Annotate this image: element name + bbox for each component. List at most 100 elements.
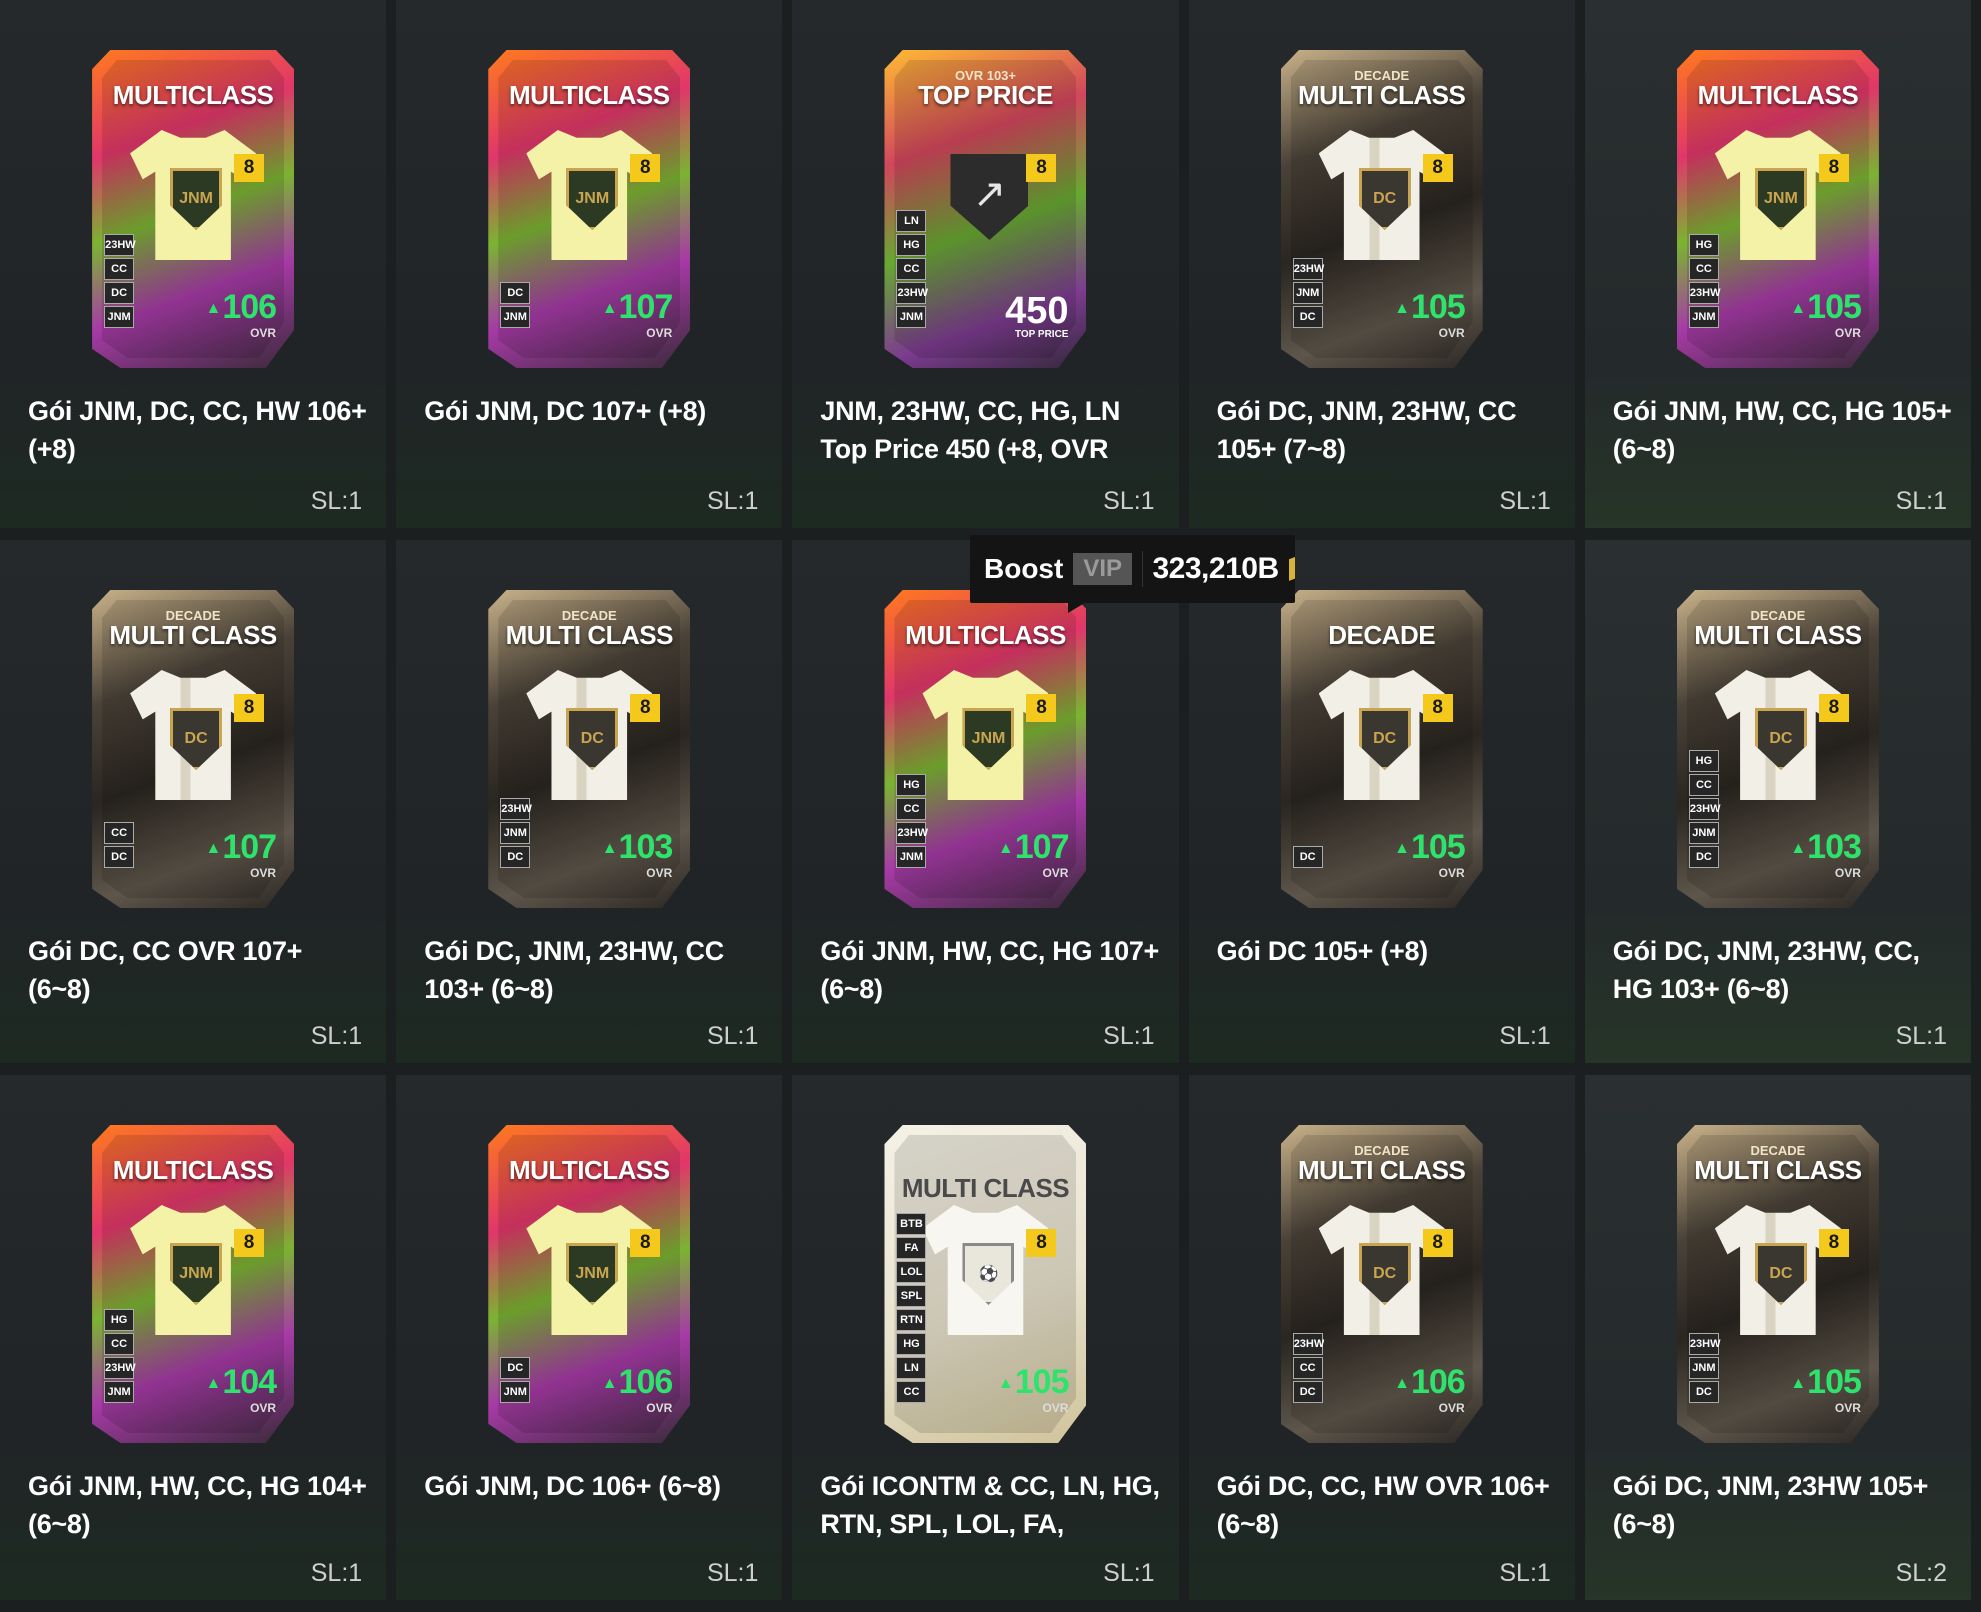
pack-name: Gói JNM, HW, CC, HG 107+ (6~8) [820,936,1160,1004]
class-tag: 23HW [1688,798,1720,820]
pack-name: Gói DC, JNM, 23HW, CC 105+ (7~8) [1216,396,1517,464]
pack-tile[interactable]: MULTI CLASS ⚽ 8 BTB FA LOL SPL RTN HG LN CC ▲105 OVR… [792,1075,1179,1600]
pack-tile[interactable]: OVR 103+ TOP PRICE ↗ 8 LN HG CC 23HW JNM 450 TOP P… [792,0,1179,528]
pack-quantity: SL:1 [1103,1022,1155,1050]
class-tag: CC [104,822,135,844]
arrow-up-icon: ▲ [205,840,222,857]
class-tag-list: HG CC 23HW JNM DC [1688,750,1720,868]
pack-tile[interactable]: MULTICLASS JNM 8 DC JNM ▲106 OVR Gói JNM, DC 10… [396,1075,783,1600]
ovr-label: OVR [1438,866,1465,880]
ovr-value: 107 [1014,827,1070,866]
pack-card-image[interactable]: MULTICLASS JNM 8 HG CC 23HW JNM ▲104 OVR [92,1125,295,1443]
ovr-box: ▲103 OVR [1790,830,1862,880]
pack-tile[interactable]: DECADE MULTI CLASS DC 8 23HW JNM DC ▲103 OVR Gói … [396,540,783,1063]
ovr-value: 103 [618,827,674,866]
pack-tile[interactable]: MULTICLASS JNM 8 HG CC 23HW JNM ▲104 OVR Gói JNM,… [0,1075,387,1600]
pack-card-image[interactable]: MULTICLASS JNM 8 HG CC 23HW JNM ▲105 OVR [1676,50,1879,368]
pack-quantity: SL:1 [1103,487,1155,515]
card-title: MULTICLASS [508,1155,670,1185]
upgrade-level-badge: 8 [1422,154,1453,182]
pack-tile[interactable]: DECADE MULTI CLASS DC 8 HG CC 23HW JNM DC ▲103 OVR… [1584,540,1971,1063]
ovr-value-row: ▲105 [1394,290,1466,326]
pack-tile[interactable]: DECADE MULTI CLASS DC 8 23HW JNM DC ▲105 OVR Gói … [1188,0,1575,528]
pack-name: Gói ICONTM & CC, LN, HG, RTN, SPL, LOL, … [820,1471,1160,1539]
pack-tile[interactable]: MULTICLASS JNM 8 23HW CC DC JNM ▲106 OVR Gói JNM,… [0,0,387,528]
pack-card-image[interactable]: DECADE MULTI CLASS DC 8 HG CC 23HW JNM DC ▲103 OVR [1676,590,1879,908]
top-price-value: 450 [1005,290,1069,332]
pack-quantity: SL:1 [310,487,363,515]
pack-card-image[interactable]: OVR 103+ TOP PRICE ↗ 8 LN HG CC 23HW JNM 450 TOP P… [884,50,1087,368]
upgrade-level-badge: 8 [1818,1229,1849,1257]
class-tag-list: 23HW CC DC [1292,1333,1324,1403]
class-tag: DC [1292,1381,1323,1403]
pack-tile[interactable]: MULTICLASS JNM 8 HG CC 23HW JNM ▲107 OVR Gói JNM,… [792,540,1179,1063]
arrow-up-icon: ▲ [205,1375,222,1392]
arrow-up-icon: ▲ [1394,1375,1410,1392]
pack-quantity: SL:1 [1499,1022,1551,1050]
arrow-up-icon: ▲ [1394,840,1410,857]
arrow-up-icon: ▲ [997,840,1014,857]
ovr-box: ▲106 OVR [602,1365,674,1415]
ovr-label: OVR [1834,866,1861,880]
pack-card-image[interactable]: DECADE MULTI CLASS DC 8 23HW CC DC ▲106 OVR [1280,1125,1483,1443]
pack-tile[interactable]: DECADE MULTI CLASS DC 8 23HW CC DC ▲106 OVR Gói D… [1188,1075,1575,1600]
card-title: MULTICLASS [1697,80,1859,110]
pack-tile[interactable]: MULTICLASS JNM 8 DC JNM ▲107 OVR Gói JNM, DC 10… [396,0,783,528]
pack-card-image[interactable]: DECADE MULTI CLASS DC 8 23HW JNM DC ▲103 OVR [488,590,691,908]
class-tag-list: 23HW JNM DC [500,798,532,868]
card-title: MULTI CLASS [1298,80,1466,110]
pack-card-image[interactable]: MULTICLASS JNM 8 DC JNM ▲107 OVR [488,50,691,368]
upgrade-level-badge: 8 [630,1229,661,1257]
upgrade-level-badge: 8 [1422,1229,1453,1257]
class-tag: HG [896,234,927,256]
card-title: MULTI CLASS [505,620,674,650]
class-tag-list: HG CC 23HW JNM [896,774,928,868]
pack-tile[interactable]: DECADE DC 8 DC ▲105 OVR Gói DC 105+ (+8) SL:1 [1188,540,1575,1063]
pack-name: Gói DC, JNM, 23HW, CC, HG 103+ (6~8) [1612,936,1920,1004]
ovr-value: 107 [618,287,674,326]
class-tag: JNM [104,1381,135,1403]
vip-badge[interactable]: VIP [1073,553,1133,585]
pack-card-image[interactable]: DECADE MULTI CLASS DC 8 23HW JNM DC ▲105 OVR [1280,50,1483,368]
class-tag-list: LN HG CC 23HW JNM [896,210,928,328]
card-title: MULTI CLASS [901,1173,1070,1203]
class-tag: HG [104,1309,135,1331]
pack-tile[interactable]: DECADE MULTI CLASS DC 8 CC DC ▲107 OVR Gói DC, C… [0,540,387,1063]
ovr-value: 104 [222,1362,277,1401]
pack-card-image[interactable]: MULTICLASS JNM 8 23HW CC DC JNM ▲106 OVR [92,50,295,368]
class-tag: 23HW [896,282,928,304]
ovr-value-row: ▲106 [602,1365,674,1401]
ovr-value: 105 [1014,1362,1070,1401]
pack-quantity: SL:2 [1895,1559,1947,1587]
pack-card-image[interactable]: MULTICLASS JNM 8 HG CC 23HW JNM ▲107 OVR [884,590,1087,908]
class-tag: CC [1688,774,1719,796]
pack-card-image[interactable]: DECADE MULTI CLASS DC 8 CC DC ▲107 OVR [92,590,295,908]
class-tag: DC [500,282,531,304]
class-tag: 23HW [104,234,136,256]
pack-quantity: SL:1 [310,1559,363,1587]
class-tag: 23HW [104,1357,136,1379]
class-tag: JNM [104,306,135,328]
pack-quantity: SL:1 [706,1559,759,1587]
ovr-value-row: ▲105 [1394,830,1466,866]
class-tag: JNM [896,846,927,868]
pack-quantity: SL:1 [1895,487,1947,515]
pack-name: Gói JNM, DC 106+ (6~8) [424,1471,721,1501]
pack-tile[interactable]: MULTICLASS JNM 8 HG CC 23HW JNM ▲105 OVR Gói JNM,… [1584,0,1971,528]
pack-card-image[interactable]: MULTI CLASS ⚽ 8 BTB FA LOL SPL RTN HG LN CC ▲105 OVR [884,1125,1087,1443]
pack-quantity: SL:1 [706,1022,759,1050]
class-tag: DC [1292,846,1323,868]
class-tag: BTB [896,1213,927,1235]
arrow-up-icon: ▲ [1790,840,1806,857]
top-price-label: TOP PRICE [1014,329,1069,340]
pack-card-image[interactable]: DECADE DC 8 DC ▲105 OVR [1280,590,1483,908]
class-tag: JNM [1688,1357,1719,1379]
pack-tile[interactable]: DECADE MULTI CLASS DC 8 23HW JNM DC ▲105 OVR Gói … [1584,1075,1971,1600]
class-tag: JNM [500,1381,531,1403]
class-tag: CC [1292,1357,1323,1379]
class-tag-list: DC JNM [500,282,531,328]
pack-name: Gói DC 105+ (+8) [1216,936,1429,966]
pack-card-image[interactable]: DECADE MULTI CLASS DC 8 23HW JNM DC ▲105 OVR [1676,1125,1879,1443]
pack-card-image[interactable]: MULTICLASS JNM 8 DC JNM ▲106 OVR [488,1125,691,1443]
ovr-box: ▲107 OVR [205,830,278,880]
